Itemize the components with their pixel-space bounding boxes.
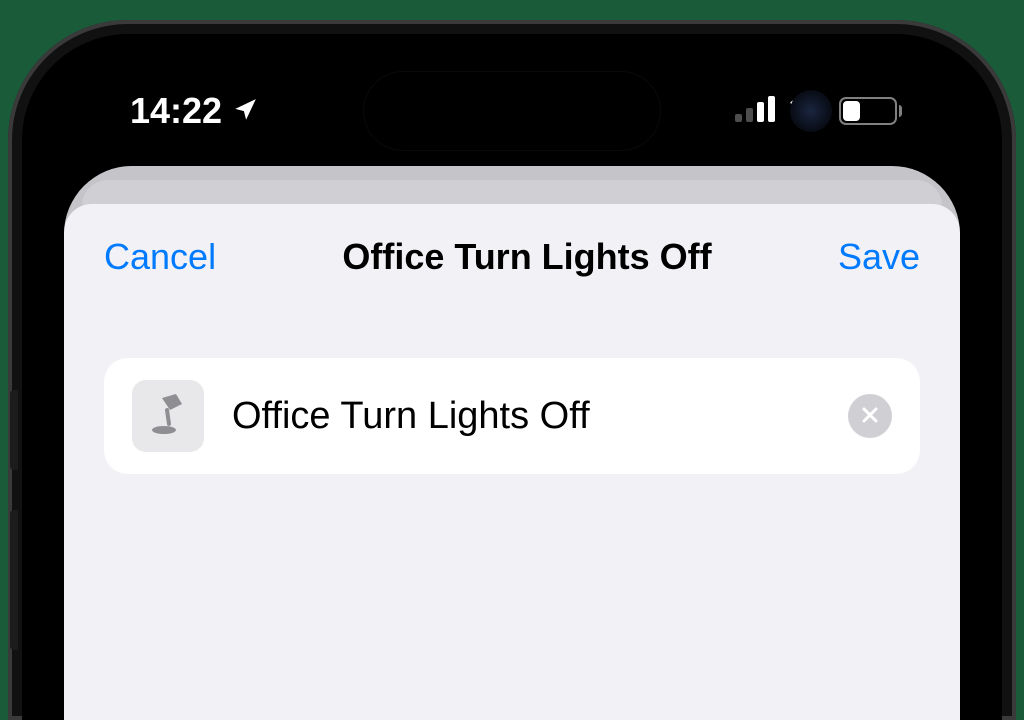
scene-name-input[interactable] (232, 395, 820, 438)
battery-percent: 31 (841, 101, 895, 122)
front-camera (790, 90, 832, 132)
name-input-row (104, 358, 920, 474)
clear-text-button[interactable] (848, 394, 892, 438)
location-icon (232, 90, 258, 132)
status-time: 14:22 (130, 90, 222, 132)
dynamic-island (364, 72, 660, 150)
side-button (10, 510, 18, 650)
side-button (10, 390, 18, 470)
sheet-title: Office Turn Lights Off (342, 236, 711, 278)
battery-indicator: 31 (839, 97, 902, 125)
lamp-icon (144, 390, 192, 443)
save-button[interactable]: Save (838, 236, 920, 278)
close-icon (860, 405, 880, 428)
cancel-button[interactable]: Cancel (104, 236, 216, 278)
phone-screen: 14:22 (22, 34, 1002, 720)
app-screen: Cancel Office Turn Lights Off Save (64, 166, 960, 720)
cellular-icon (735, 96, 775, 127)
nav-bar: Cancel Office Turn Lights Off Save (64, 204, 960, 278)
modal-sheet: Cancel Office Turn Lights Off Save (64, 204, 960, 720)
scene-icon-button[interactable] (132, 380, 204, 452)
phone-frame: 14:22 (8, 20, 1016, 720)
